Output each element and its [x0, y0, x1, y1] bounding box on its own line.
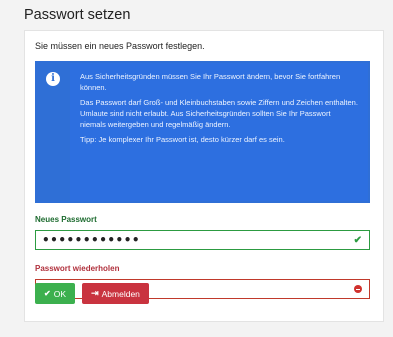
info-paragraph: Tipp: Je komplexer Ihr Passwort ist, des… — [80, 135, 285, 144]
info-icon: i — [46, 72, 60, 86]
info-text: Aus Sicherheitsgründen müssen Sie Ihr Pa… — [70, 63, 368, 201]
logout-button[interactable]: ⇥ Abmelden — [82, 283, 149, 304]
new-password-input[interactable] — [42, 232, 332, 248]
repeat-password-label: Passwort wiederholen — [35, 264, 120, 273]
password-card: Sie müssen ein neues Passwort festlegen.… — [24, 30, 384, 322]
sign-out-icon: ⇥ — [91, 288, 99, 298]
lead-text: Sie müssen ein neues Passwort festlegen. — [35, 41, 205, 51]
new-password-field[interactable]: ✔ — [35, 230, 370, 250]
new-password-label: Neues Passwort — [35, 215, 97, 224]
ok-button-label: OK — [53, 288, 66, 299]
page-title: Passwort setzen — [24, 7, 131, 23]
info-paragraph: Das Passwort darf Groß- und Kleinbuchsta… — [80, 98, 358, 129]
check-icon: ✔ — [44, 289, 51, 298]
logout-button-label: Abmelden — [101, 288, 140, 299]
info-paragraph: Aus Sicherheitsgründen müssen Sie Ihr Pa… — [80, 72, 341, 92]
minus-circle-icon — [354, 285, 362, 293]
info-box: i Aus Sicherheitsgründen müssen Sie Ihr … — [35, 61, 370, 203]
info-strip: i — [37, 63, 70, 201]
check-icon: ✔ — [353, 235, 362, 246]
ok-button[interactable]: ✔ OK — [35, 283, 75, 304]
